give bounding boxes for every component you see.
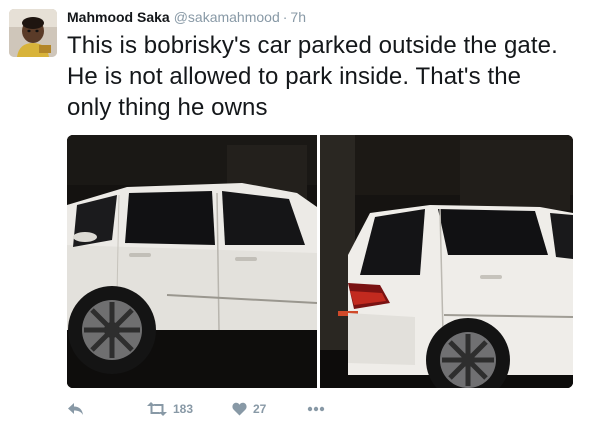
tweet-text: This is bobrisky's car parked outside th… bbox=[67, 32, 558, 121]
avatar-image bbox=[9, 9, 57, 57]
reply-button[interactable] bbox=[67, 399, 84, 419]
car-photo-rear[interactable] bbox=[320, 135, 573, 388]
more-options-button[interactable] bbox=[307, 399, 325, 419]
like-count: 27 bbox=[253, 402, 267, 416]
retweet-icon bbox=[147, 402, 167, 416]
more-dots-icon bbox=[307, 406, 325, 412]
car-photo-side[interactable] bbox=[67, 135, 317, 388]
author-handle[interactable]: @sakamahmood bbox=[174, 9, 280, 25]
retweet-count: 183 bbox=[173, 402, 194, 416]
tweet-media bbox=[67, 135, 573, 388]
separator-dot: · bbox=[282, 9, 288, 25]
like-button[interactable]: 27 bbox=[232, 399, 266, 419]
heart-icon bbox=[232, 402, 247, 416]
retweet-button[interactable]: 183 bbox=[147, 399, 193, 419]
reply-icon bbox=[68, 403, 83, 415]
avatar[interactable] bbox=[9, 9, 57, 57]
tweet-timestamp[interactable]: 7h bbox=[290, 9, 306, 25]
author-name[interactable]: Mahmood Saka bbox=[67, 9, 170, 25]
tweet-card: Mahmood Saka @sakamahmood · 7h This is bobr… bbox=[0, 0, 591, 428]
tweet-header: Mahmood Saka @sakamahmood · 7h bbox=[67, 9, 306, 25]
